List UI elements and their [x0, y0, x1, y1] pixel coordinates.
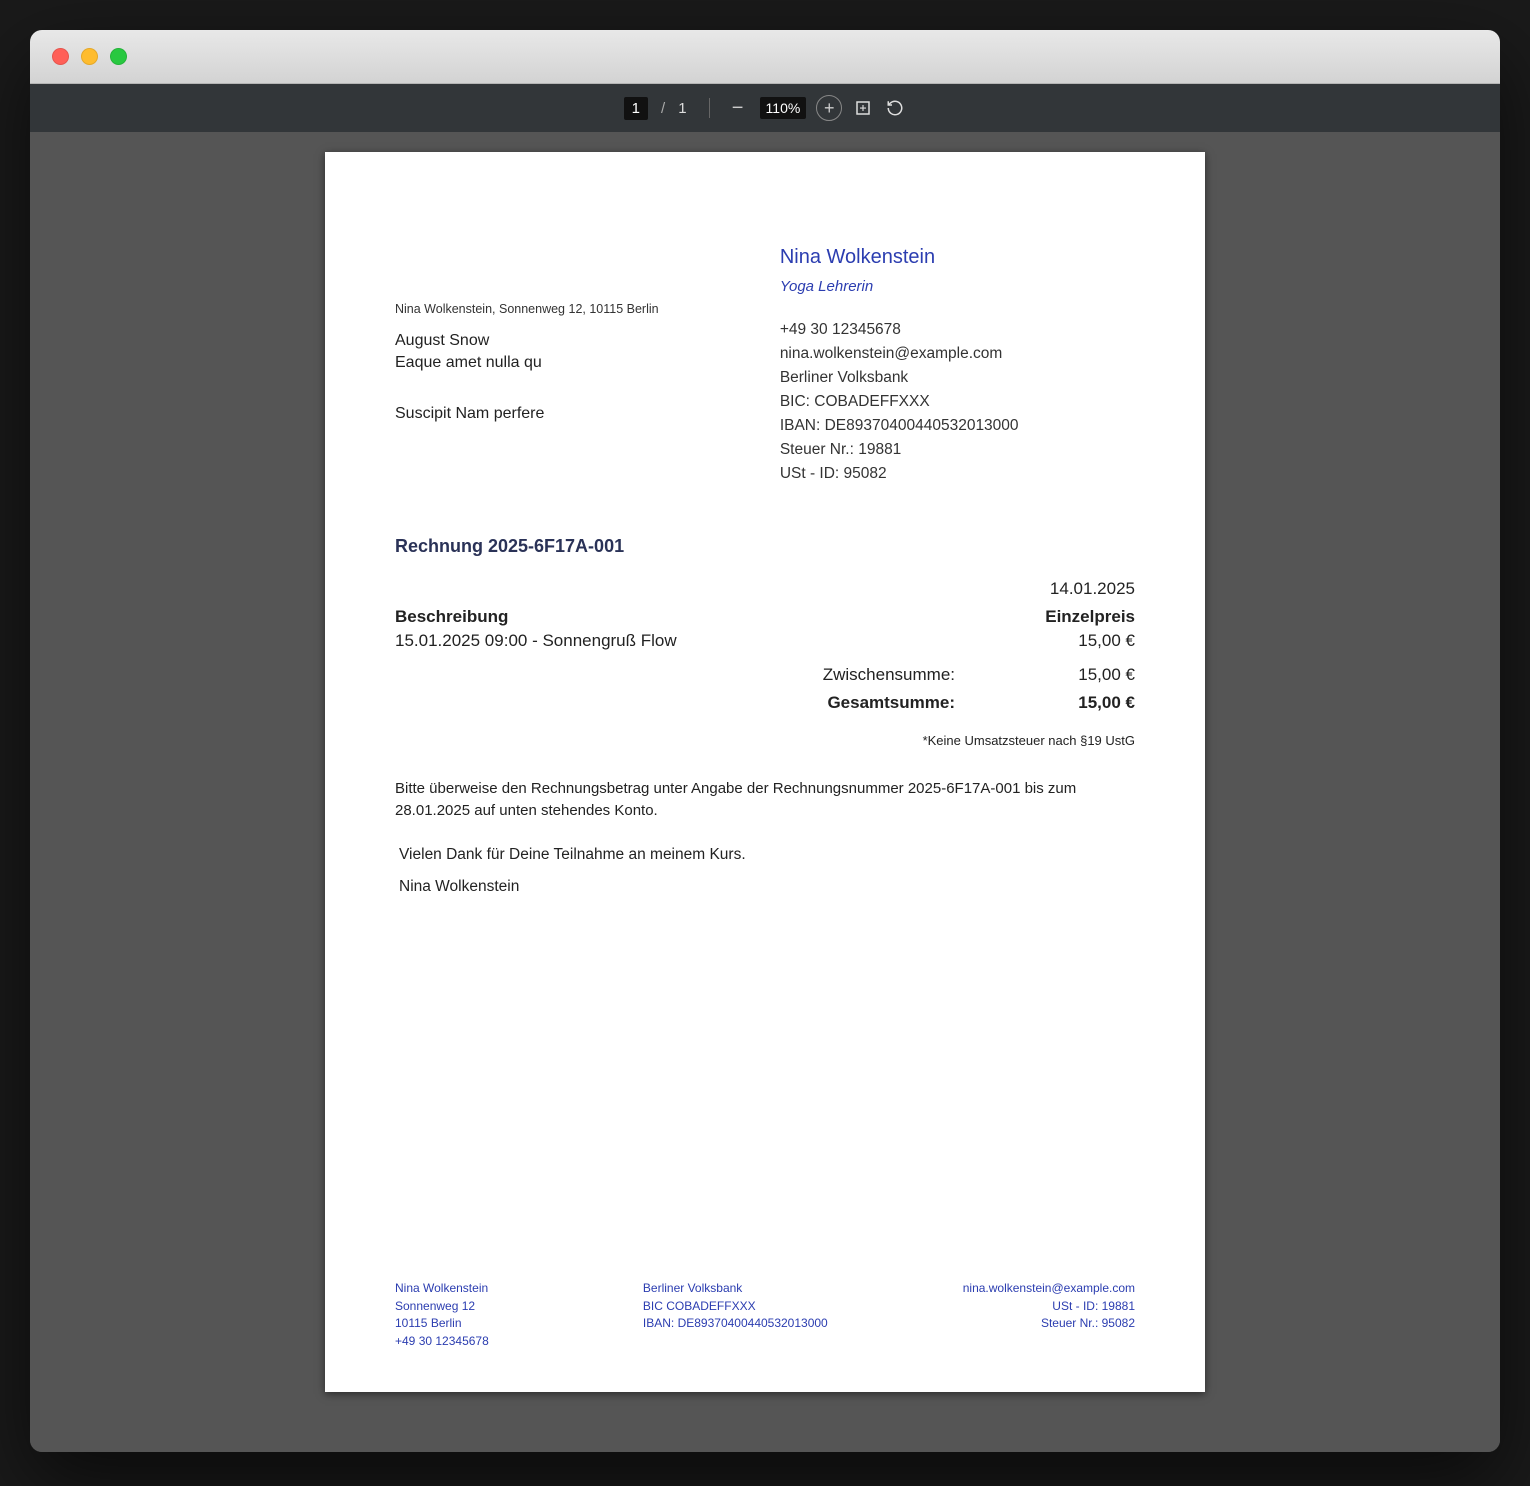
subtotal-row: Zwischensumme: 15,00 €: [395, 665, 1135, 685]
total-row: Gesamtsumme: 15,00 €: [395, 693, 1135, 713]
footer-email: nina.wolkenstein@example.com: [891, 1280, 1135, 1297]
footer-bic: BIC COBADEFFXXX: [643, 1298, 887, 1315]
total-label: Gesamtsumme:: [775, 693, 955, 713]
invoice-line-item: 15.01.2025 09:00 - Sonnengruß Flow 15,00…: [395, 631, 1135, 651]
footer-street: Sonnenweg 12: [395, 1298, 639, 1315]
footer-steuer: Steuer Nr.: 95082: [891, 1315, 1135, 1332]
item-description: 15.01.2025 09:00 - Sonnengruß Flow: [395, 631, 677, 651]
page-footer: Nina Wolkenstein Sonnenweg 12 10115 Berl…: [395, 1280, 1135, 1350]
fit-to-page-icon[interactable]: [852, 97, 874, 119]
footer-ust: USt - ID: 19881: [891, 1298, 1135, 1315]
subtotal-value: 15,00 €: [1055, 665, 1135, 685]
footer-phone: +49 30 12345678: [395, 1333, 639, 1350]
toolbar-divider: [709, 98, 710, 118]
sender-info-block: Nina Wolkenstein Yoga Lehrerin +49 30 12…: [780, 242, 1135, 486]
sender-phone: +49 30 12345678: [780, 318, 1135, 342]
pdf-page: Nina Wolkenstein, Sonnenweg 12, 10115 Be…: [325, 152, 1205, 1392]
item-price: 15,00 €: [1078, 631, 1135, 651]
sender-email: nina.wolkenstein@example.com: [780, 342, 1135, 366]
col-description-label: Beschreibung: [395, 607, 508, 627]
rotate-icon[interactable]: [884, 97, 906, 119]
recipient-name: August Snow: [395, 330, 750, 352]
window-minimize-button[interactable]: [81, 48, 98, 65]
sender-bic: BIC: COBADEFFXXX: [780, 390, 1135, 414]
total-pages: 1: [678, 100, 686, 117]
subtotal-label: Zwischensumme:: [775, 665, 955, 685]
footer-bank: Berliner Volksbank: [643, 1280, 887, 1297]
titlebar: [30, 30, 1500, 84]
window-close-button[interactable]: [52, 48, 69, 65]
footer-left: Nina Wolkenstein Sonnenweg 12 10115 Berl…: [395, 1280, 639, 1350]
payment-instructions: Bitte überweise den Rechnungsbetrag unte…: [395, 778, 1135, 822]
sender-steuer-nr: Steuer Nr.: 19881: [780, 438, 1135, 462]
invoice-table-header: Beschreibung Einzelpreis: [395, 607, 1135, 627]
zoom-in-button[interactable]: +: [816, 95, 842, 121]
recipient-line2: Eaque amet nulla qu: [395, 352, 750, 374]
sender-bank: Berliner Volksbank: [780, 366, 1135, 390]
footer-iban: IBAN: DE89370400440532013000: [643, 1315, 887, 1332]
tax-note: *Keine Umsatzsteuer nach §19 UstG: [395, 733, 1135, 748]
sender-name: Nina Wolkenstein: [780, 242, 1135, 273]
total-value: 15,00 €: [1055, 693, 1135, 713]
footer-city: 10115 Berlin: [395, 1315, 639, 1332]
invoice-title: Rechnung 2025-6F17A-001: [395, 536, 1135, 557]
window-maximize-button[interactable]: [110, 48, 127, 65]
zoom-level[interactable]: 110%: [760, 97, 807, 119]
subject-line: Suscipit Nam perfere: [395, 405, 750, 423]
current-page-input[interactable]: 1: [624, 97, 648, 120]
footer-right: nina.wolkenstein@example.com USt - ID: 1…: [891, 1280, 1135, 1350]
pdf-toolbar: 1 / 1 − 110% +: [30, 84, 1500, 132]
invoice-date: 14.01.2025: [395, 579, 1135, 599]
sender-ust-id: USt - ID: 95082: [780, 462, 1135, 486]
pdf-viewer[interactable]: Nina Wolkenstein, Sonnenweg 12, 10115 Be…: [30, 132, 1500, 1452]
sender-subtitle: Yoga Lehrerin: [780, 275, 1135, 298]
app-window: 1 / 1 − 110% + Nina Wolkenstein, Sonnenw…: [30, 30, 1500, 1452]
sender-address-line: Nina Wolkenstein, Sonnenweg 12, 10115 Be…: [395, 242, 750, 316]
signature-name: Nina Wolkenstein: [395, 878, 1135, 896]
zoom-out-button[interactable]: −: [726, 96, 750, 120]
footer-middle: Berliner Volksbank BIC COBADEFFXXX IBAN:…: [643, 1280, 887, 1350]
footer-name: Nina Wolkenstein: [395, 1280, 639, 1297]
sender-iban: IBAN: DE89370400440532013000: [780, 414, 1135, 438]
thank-you-text: Vielen Dank für Deine Teilnahme an meine…: [395, 846, 1135, 864]
page-separator: /: [661, 100, 665, 117]
col-price-label: Einzelpreis: [1045, 607, 1135, 627]
recipient-block: August Snow Eaque amet nulla qu: [395, 330, 750, 375]
